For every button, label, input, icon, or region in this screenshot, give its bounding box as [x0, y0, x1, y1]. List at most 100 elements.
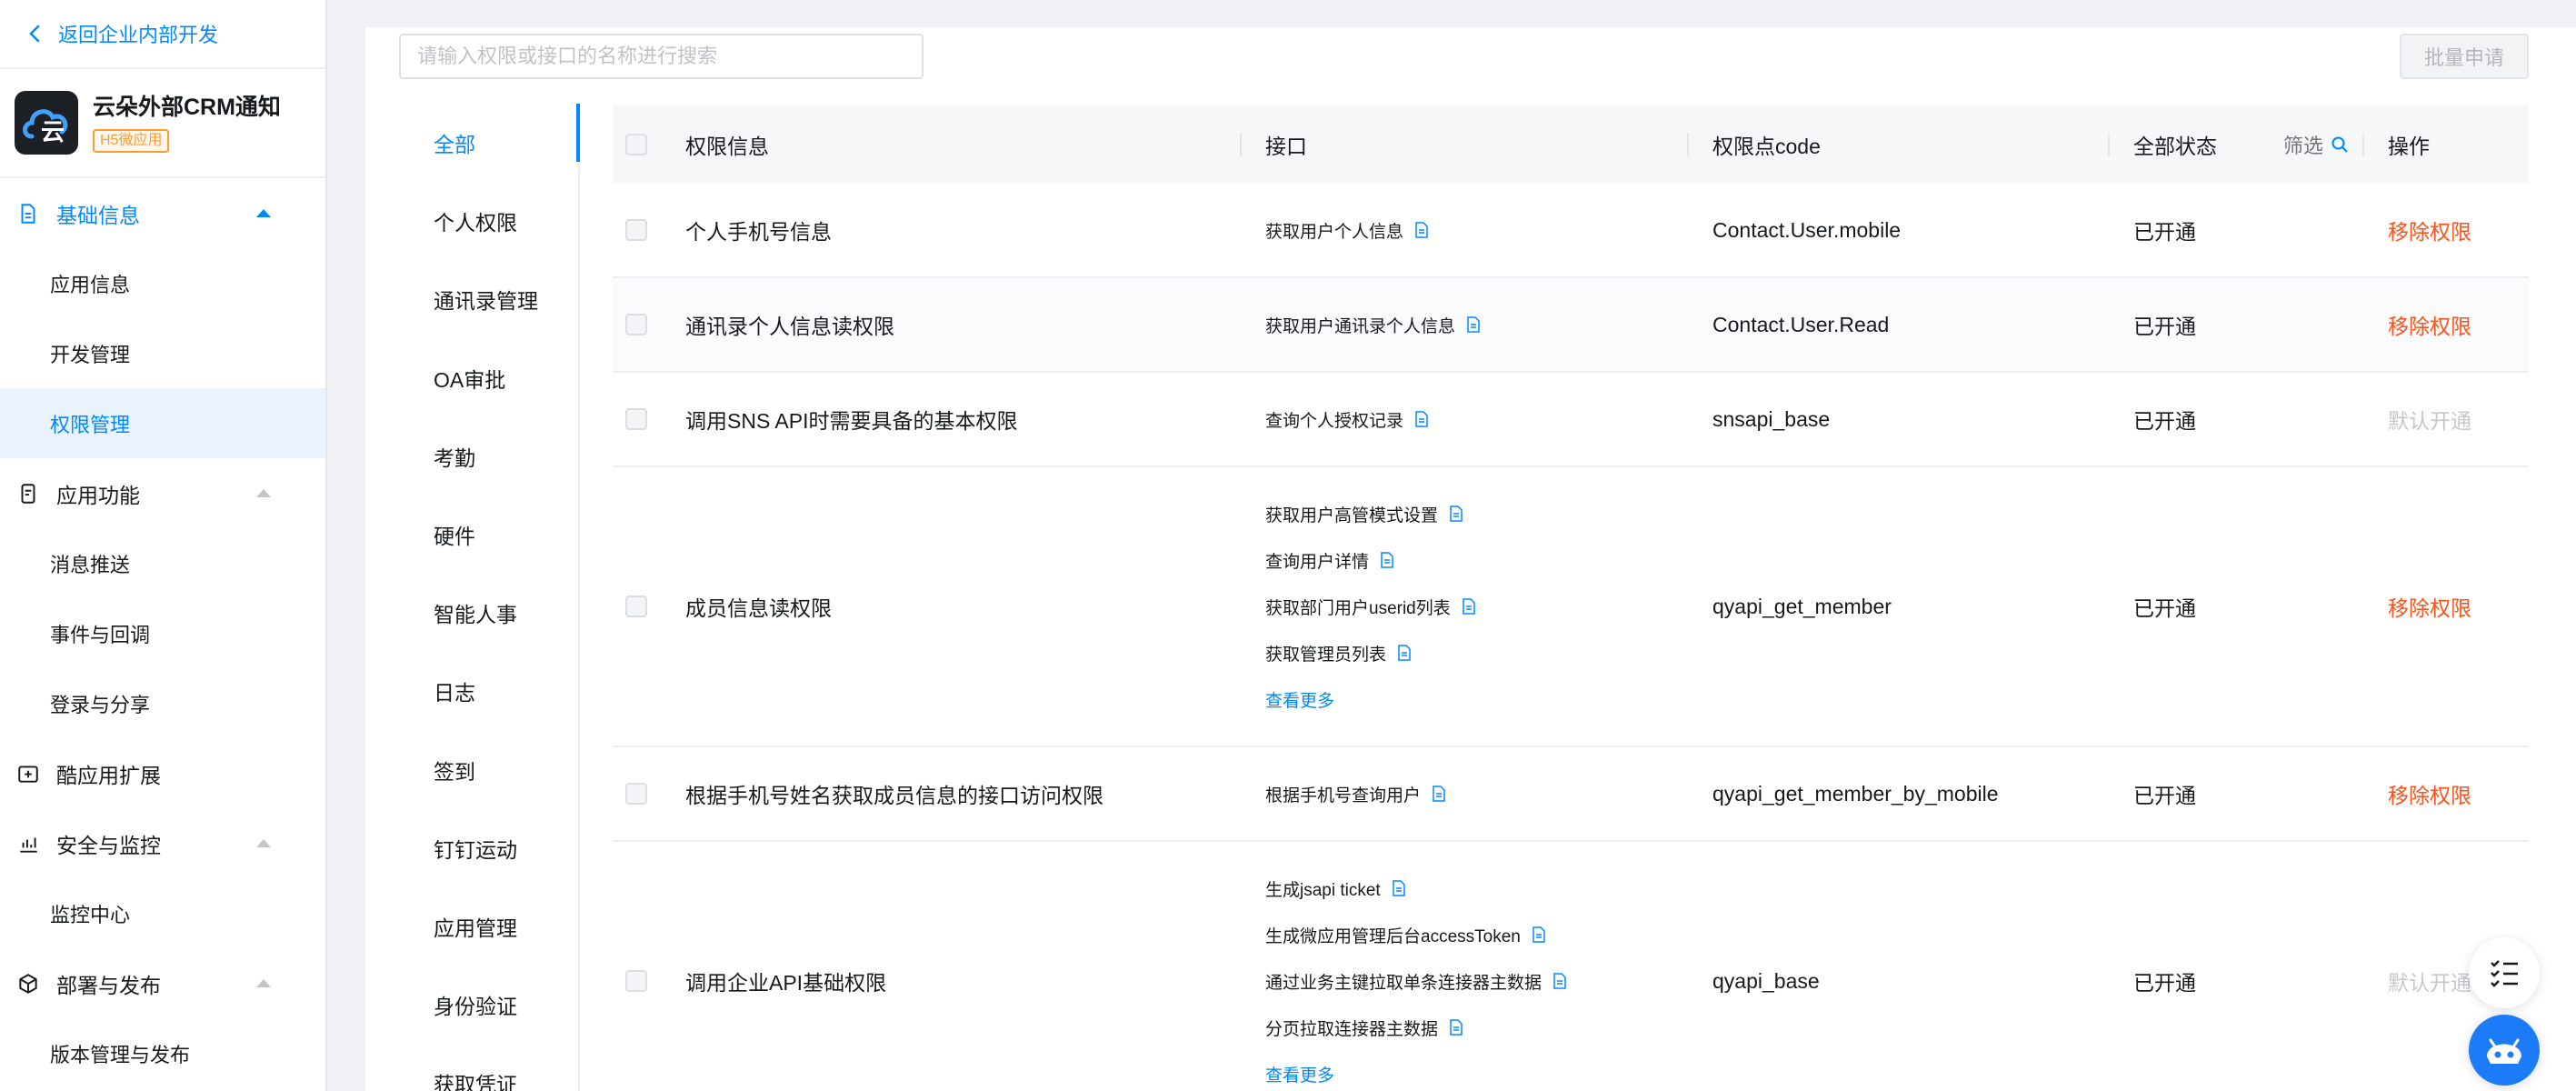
api-item[interactable]: 获取用户高管模式设置 [1265, 491, 1476, 537]
nav-group-basic-info[interactable]: 基础信息 [0, 178, 325, 248]
nav-item-events-callbacks[interactable]: 事件与回调 [0, 598, 325, 668]
document-icon[interactable] [1462, 598, 1476, 615]
document-icon[interactable] [1414, 411, 1429, 427]
api-item[interactable]: 获取部门用户userid列表 [1265, 584, 1476, 630]
api-name: 查询个人授权记录 [1265, 411, 1404, 431]
api-item[interactable]: 获取用户个人信息 [1265, 207, 1429, 254]
api-name: 生成微应用管理后台accessToken [1265, 926, 1521, 946]
category-smart-hr[interactable]: 智能人事 [365, 574, 578, 652]
header-divider [1687, 133, 1689, 156]
task-list-button[interactable] [2469, 937, 2540, 1008]
api-list: 获取用户通讯录个人信息 [1265, 302, 1481, 348]
view-more-link[interactable]: 查看更多 [1265, 1051, 1567, 1091]
category-identity[interactable]: 身份验证 [365, 966, 578, 1044]
header-divider [2108, 133, 2110, 156]
api-name: 获取用户个人信息 [1265, 222, 1404, 242]
api-name: 通过业务主键拉取单条连接器主数据 [1265, 973, 1543, 993]
nav-item-permission-management[interactable]: 权限管理 [0, 388, 325, 458]
category-personal[interactable]: 个人权限 [365, 182, 578, 260]
nav-group-label: 部署与发布 [56, 973, 161, 997]
nav-item-login-share[interactable]: 登录与分享 [0, 668, 325, 738]
api-item[interactable]: 获取用户通讯录个人信息 [1265, 302, 1481, 348]
nav-group-label: 基础信息 [56, 203, 140, 227]
nav-item-monitor-center[interactable]: 监控中心 [0, 878, 325, 948]
nav-group-cool-app-extension[interactable]: 酷应用扩展 [0, 738, 325, 808]
api-item[interactable]: 通过业务主键拉取单条连接器主数据 [1265, 958, 1567, 1005]
document-icon[interactable] [1414, 222, 1429, 238]
category-checkin[interactable]: 签到 [365, 731, 578, 809]
perm-code: qyapi_get_member [1712, 594, 1892, 618]
assistant-bot-button[interactable] [2469, 1015, 2540, 1086]
remove-permission-button[interactable]: 移除权限 [2388, 215, 2471, 245]
perm-status: 已开通 [2133, 596, 2196, 620]
status-filter[interactable]: 筛选 [2283, 130, 2349, 159]
category-attendance[interactable]: 考勤 [365, 417, 578, 495]
nav-item-message-push[interactable]: 消息推送 [0, 528, 325, 598]
view-more-link[interactable]: 查看更多 [1265, 676, 1476, 723]
document-icon[interactable] [1397, 645, 1412, 661]
nav-item-app-info[interactable]: 应用信息 [0, 248, 325, 318]
api-name: 获取管理员列表 [1265, 645, 1387, 665]
document-icon[interactable] [1392, 880, 1406, 896]
remove-permission-button[interactable]: 移除权限 [2388, 591, 2471, 622]
category-contacts[interactable]: 通讯录管理 [365, 260, 578, 338]
header-divider [2362, 133, 2364, 156]
perm-name: 根据手机号姓名获取成员信息的接口访问权限 [685, 784, 1103, 807]
filter-label: 筛选 [2283, 135, 2324, 157]
category-hardware[interactable]: 硬件 [365, 495, 578, 574]
api-list: 查询个人授权记录 [1265, 396, 1429, 443]
document-icon[interactable] [1466, 316, 1481, 333]
category-all[interactable]: 全部 [365, 104, 580, 182]
row-checkbox[interactable] [625, 314, 647, 335]
header-perm: 权限信息 [685, 135, 769, 158]
category-log[interactable]: 日志 [365, 652, 578, 730]
api-item[interactable]: 生成jsapi ticket [1265, 866, 1567, 912]
select-all-checkbox[interactable] [625, 134, 647, 155]
category-credentials[interactable]: 获取凭证 [365, 1044, 578, 1091]
api-name: 生成jsapi ticket [1265, 880, 1381, 900]
remove-permission-button[interactable]: 移除权限 [2388, 778, 2471, 809]
row-checkbox[interactable] [625, 783, 647, 805]
category-app-management[interactable]: 应用管理 [365, 887, 578, 966]
nav-item-dev-management[interactable]: 开发管理 [0, 318, 325, 388]
api-list: 根据手机号查询用户 [1265, 771, 1446, 817]
api-item[interactable]: 生成微应用管理后台accessToken [1265, 912, 1567, 958]
nav-item-version-release[interactable]: 版本管理与发布 [0, 1018, 325, 1088]
search-icon [2331, 136, 2348, 153]
api-item[interactable]: 获取管理员列表 [1265, 630, 1476, 676]
nav-group-deploy-publish[interactable]: 部署与发布 [0, 948, 325, 1018]
chevron-left-icon [29, 25, 40, 43]
document-icon[interactable] [1380, 552, 1394, 568]
api-name: 获取用户通讯录个人信息 [1265, 316, 1456, 336]
perm-code: snsapi_base [1712, 406, 1831, 431]
category-sport[interactable]: 钉钉运动 [365, 809, 578, 887]
nav-group-app-features[interactable]: 应用功能 [0, 458, 325, 528]
document-icon[interactable] [1432, 786, 1446, 802]
batch-apply-button[interactable]: 批量申请 [2400, 34, 2529, 79]
row-checkbox[interactable] [625, 219, 647, 241]
api-item[interactable]: 查询个人授权记录 [1265, 396, 1429, 443]
document-icon[interactable] [1532, 926, 1546, 943]
header-divider [1240, 133, 1242, 156]
perm-status: 已开通 [2133, 971, 2196, 995]
document-icon[interactable] [1449, 505, 1463, 522]
document-icon[interactable] [1449, 1019, 1463, 1036]
header-status[interactable]: 全部状态 [2133, 129, 2217, 160]
row-checkbox[interactable] [625, 408, 647, 430]
perm-code: Contact.User.Read [1712, 312, 1890, 336]
category-oa-approval[interactable]: OA审批 [365, 339, 578, 417]
row-checkbox[interactable] [625, 970, 647, 992]
api-item[interactable]: 查询用户详情 [1265, 537, 1476, 584]
perm-status: 已开通 [2133, 315, 2196, 338]
api-item[interactable]: 分页拉取连接器主数据 [1265, 1005, 1567, 1051]
document-icon[interactable] [1553, 973, 1567, 989]
api-item[interactable]: 根据手机号查询用户 [1265, 771, 1446, 817]
back-link-label: 返回企业内部开发 [58, 24, 219, 46]
perm-code: qyapi_get_member_by_mobile [1712, 781, 1999, 806]
search-input[interactable] [399, 34, 924, 79]
back-link[interactable]: 返回企业内部开发 [0, 0, 325, 69]
perm-code: qyapi_base [1712, 968, 1820, 993]
remove-permission-button[interactable]: 移除权限 [2388, 309, 2471, 340]
nav-group-security-monitor[interactable]: 安全与监控 [0, 808, 325, 878]
row-checkbox[interactable] [625, 596, 647, 617]
